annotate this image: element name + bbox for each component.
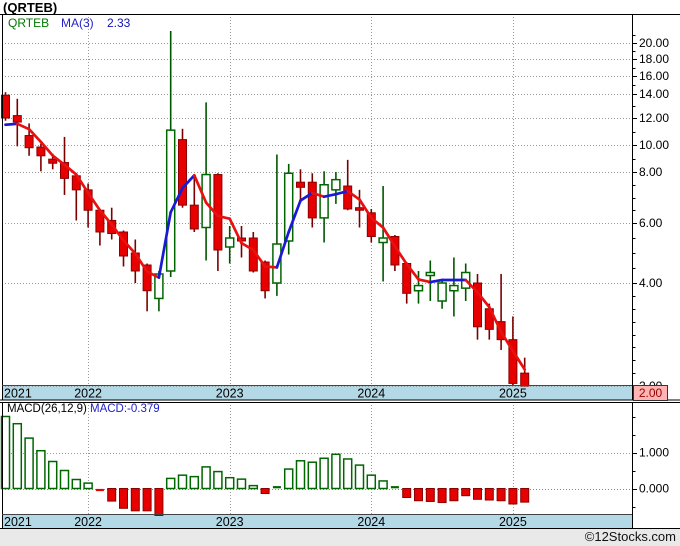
macd-bar-negative <box>260 488 270 495</box>
macd-bar-negative <box>154 488 164 516</box>
macd-bar-negative <box>107 488 117 502</box>
macd-bar-negative <box>402 488 412 498</box>
macd-bar-positive <box>12 422 23 490</box>
macd-bar-positive <box>248 484 259 490</box>
candle-body <box>165 129 176 272</box>
macd-bar-positive <box>378 480 388 490</box>
legend-ma-value: 2.33 <box>107 16 131 30</box>
macd-bar-positive <box>189 475 200 490</box>
price-tick-label: 16.00 <box>639 69 669 83</box>
macd-bar-positive <box>342 458 353 490</box>
macd-bar-positive <box>213 470 223 490</box>
macd-bar-positive <box>331 453 341 490</box>
candle-body <box>355 207 364 211</box>
macd-bar-negative <box>142 488 152 512</box>
year-label: 2021 <box>4 387 32 401</box>
price-tick-label: 18.00 <box>639 52 669 66</box>
year-label-macd: 2023 <box>216 515 244 529</box>
macd-bar-positive <box>224 476 235 490</box>
year-label-macd: 2021 <box>4 515 32 529</box>
macd-bar-positive <box>283 468 294 490</box>
candle-body <box>36 146 46 157</box>
macd-bar-positive <box>307 461 318 490</box>
candle-body <box>449 284 459 292</box>
macd-legend-label: MACD(26,12,9) <box>7 403 87 415</box>
macd-bar-positive <box>236 478 247 490</box>
macd-bar-positive <box>201 466 211 490</box>
macd-bar-positive <box>83 482 93 490</box>
price-tick-label: 12.00 <box>639 111 669 125</box>
candle-body <box>296 181 305 188</box>
candle-body <box>48 158 58 164</box>
macd-bar-positive <box>319 457 329 490</box>
price-tick-label: 4.00 <box>639 276 663 290</box>
macd-bar-negative <box>449 488 459 502</box>
candle-body <box>319 184 329 219</box>
bottom-strip <box>0 529 680 546</box>
macd-bar-positive <box>165 477 176 490</box>
candle-body <box>24 135 34 149</box>
macd-bar-positive <box>177 474 188 490</box>
macd-bar-positive <box>71 478 82 490</box>
chart-canvas[interactable]: 20.00 18.00 16.00 14.00 12.00 10.00 8.00 6.00 4.… <box>0 0 680 546</box>
year-label: 2025 <box>499 387 527 401</box>
candle-body <box>520 372 530 387</box>
price-tick-label: 8.00 <box>639 165 663 179</box>
macd-bar-dash <box>272 486 281 489</box>
last-price-badge: 2.00 <box>633 385 668 401</box>
macd-bar-negative <box>496 488 506 502</box>
price-tick-label: 14.00 <box>639 87 669 101</box>
macd-legend-value: MACD:-0.379 <box>90 403 160 415</box>
year-label-macd: 2022 <box>74 515 102 529</box>
macd-bar-negative <box>484 488 494 501</box>
page-title: (QRTEB) <box>3 0 58 15</box>
macd-bar-negative <box>425 488 435 502</box>
macd-bar-dash <box>390 486 399 489</box>
candle-body <box>378 237 388 244</box>
candle-body <box>343 185 353 210</box>
macd-bar-negative <box>119 488 128 509</box>
year-label: 2024 <box>357 387 385 401</box>
candle-body <box>331 178 341 191</box>
year-label: 2022 <box>74 387 102 401</box>
candle-body <box>189 204 199 230</box>
legend-symbol: QRTEB <box>8 16 50 30</box>
macd-tick-label: 0.000 <box>639 482 669 496</box>
macd-bar-positive <box>354 464 365 490</box>
candle-body <box>307 181 317 219</box>
year-label: 2023 <box>216 387 244 401</box>
year-label-macd: 2025 <box>499 515 527 529</box>
macd-bar-positive <box>295 460 306 490</box>
candle-body <box>12 115 22 123</box>
copyright-link[interactable]: ©12Stocks.com <box>585 530 676 543</box>
macd-bar-negative <box>414 488 423 502</box>
macd-bar-positive <box>59 469 70 490</box>
chart-window: 20.00 18.00 16.00 14.00 12.00 10.00 8.00 6.00 4.… <box>0 0 680 546</box>
year-label-macd: 2024 <box>357 515 385 529</box>
ma-line-segment <box>4 122 19 127</box>
macd-bar-negative <box>520 488 530 503</box>
macd-bar-positive <box>366 474 377 490</box>
candle-body <box>425 271 436 277</box>
macd-tick-label: 1.000 <box>639 446 669 460</box>
macd-bar-dash <box>95 488 104 492</box>
candle-body <box>413 284 424 292</box>
macd-bar-negative <box>461 488 471 497</box>
macd-bar-negative <box>473 488 482 500</box>
legend-ma-label: MA(3) <box>61 16 94 30</box>
candle-body <box>224 237 235 248</box>
macd-bar-positive <box>47 460 58 490</box>
macd-bar-negative <box>130 488 140 512</box>
price-tick-label: 20.00 <box>639 36 669 50</box>
ma-line-segment <box>263 265 279 269</box>
price-tick-label: 6.00 <box>639 216 663 230</box>
macd-bar-positive <box>36 449 46 490</box>
macd-bar-positive <box>24 437 34 490</box>
price-tick-label: 10.00 <box>639 138 669 152</box>
macd-bar-negative <box>437 488 447 504</box>
macd-bar-negative <box>508 488 518 505</box>
candle-body <box>437 282 447 302</box>
